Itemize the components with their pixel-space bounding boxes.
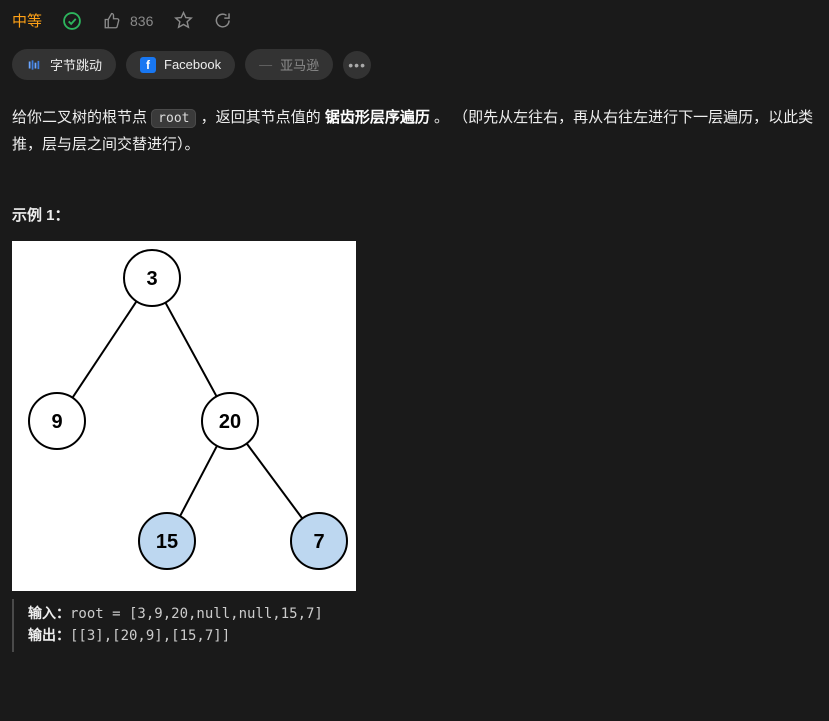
problem-meta-row: 中等 836 xyxy=(12,10,817,31)
svg-text:15: 15 xyxy=(156,531,178,553)
input-label: 输入： xyxy=(28,606,70,622)
svg-text:3: 3 xyxy=(146,268,157,290)
example-input-line: 输入：root = [3,9,20,null,null,15,7] xyxy=(28,603,803,625)
output-label: 输出： xyxy=(28,628,70,644)
amazon-icon: — xyxy=(259,57,272,72)
example-tree-diagram: 3 9 20 15 7 xyxy=(12,241,356,591)
tag-label: 字节跳动 xyxy=(50,55,102,74)
solved-icon xyxy=(62,11,82,31)
inline-code: root xyxy=(151,109,196,128)
desc-emphasis: 锯齿形层序遍历 xyxy=(325,109,430,126)
bytedance-icon xyxy=(26,57,42,73)
problem-description: 给你二叉树的根节点 root ，返回其节点值的 锯齿形层序遍历 。 （即先从左往… xyxy=(12,104,817,158)
favorite-icon[interactable] xyxy=(173,11,193,31)
svg-text:7: 7 xyxy=(313,531,324,553)
company-tag-facebook[interactable]: f Facebook xyxy=(126,51,235,79)
more-tags-button[interactable]: ••• xyxy=(343,51,371,79)
example-io-block: 输入：root = [3,9,20,null,null,15,7] 输出：[[3… xyxy=(12,599,817,652)
likes-button[interactable]: 836 xyxy=(102,11,153,31)
difficulty-label: 中等 xyxy=(12,10,42,31)
thumbs-up-icon xyxy=(102,11,122,31)
svg-text:20: 20 xyxy=(219,411,241,433)
example-output-line: 输出：[[3],[20,9],[15,7]] xyxy=(28,625,803,647)
example-title: 示例 1： xyxy=(12,204,817,225)
share-icon[interactable] xyxy=(213,11,233,31)
desc-text: ，返回其节点值的 xyxy=(196,109,324,126)
likes-count: 836 xyxy=(130,13,153,29)
svg-text:9: 9 xyxy=(51,411,62,433)
company-tags-row: 字节跳动 f Facebook — 亚马逊 ••• xyxy=(12,49,817,80)
company-tag-bytedance[interactable]: 字节跳动 xyxy=(12,49,116,80)
company-tag-amazon[interactable]: — 亚马逊 xyxy=(245,49,333,80)
tag-label: 亚马逊 xyxy=(280,55,319,74)
facebook-icon: f xyxy=(140,57,156,73)
ellipsis-icon: ••• xyxy=(348,57,366,73)
input-value: root = [3,9,20,null,null,15,7] xyxy=(70,606,323,622)
output-value: [[3],[20,9],[15,7]] xyxy=(70,628,230,644)
desc-text: 给你二叉树的根节点 xyxy=(12,109,151,126)
tag-label: Facebook xyxy=(164,57,221,72)
